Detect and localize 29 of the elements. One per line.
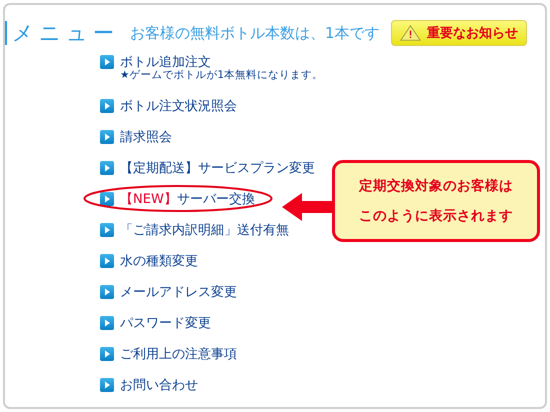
- play-icon: [100, 192, 114, 206]
- menu-link[interactable]: ご利用上の注意事項: [120, 344, 237, 362]
- notice-button[interactable]: 重要なお知らせ: [391, 20, 527, 46]
- play-icon: [100, 346, 114, 360]
- menu-note: ★ゲームでボトルが1本無料になります。: [120, 68, 324, 83]
- callout-text: このように表示されます: [359, 207, 513, 226]
- play-icon: [100, 316, 114, 330]
- play-icon: [100, 222, 114, 236]
- menu-link[interactable]: 水の種類変更: [120, 252, 198, 270]
- callout-text: 定期交換対象のお客様は: [359, 177, 513, 196]
- play-icon: [100, 378, 114, 392]
- menu-link[interactable]: ボトル追加注文: [120, 52, 211, 70]
- play-icon: [100, 54, 114, 68]
- play-icon: [100, 130, 114, 144]
- menu-link[interactable]: パスワード変更: [120, 314, 211, 332]
- menu-link[interactable]: 請求照会: [120, 128, 172, 146]
- warning-icon: [400, 23, 421, 43]
- menu-link[interactable]: お問い合わせ: [120, 376, 198, 394]
- play-icon: [100, 98, 114, 112]
- menu-link[interactable]: ボトル注文状況照会: [120, 96, 237, 114]
- menu-link[interactable]: 「ご請求内訳明細」送付有無: [120, 220, 289, 238]
- play-icon: [100, 160, 114, 174]
- free-bottle-count: お客様の無料ボトル本数は、1本です: [130, 24, 380, 42]
- menu-title: メニュー: [12, 20, 120, 47]
- play-icon: [100, 284, 114, 298]
- menu-link[interactable]: 【NEW】サーバー交換: [120, 190, 255, 208]
- play-icon: [100, 254, 114, 268]
- menu-link[interactable]: 【定期配送】サービスプラン変更: [120, 158, 315, 176]
- menu-link[interactable]: メールアドレス変更: [120, 282, 237, 300]
